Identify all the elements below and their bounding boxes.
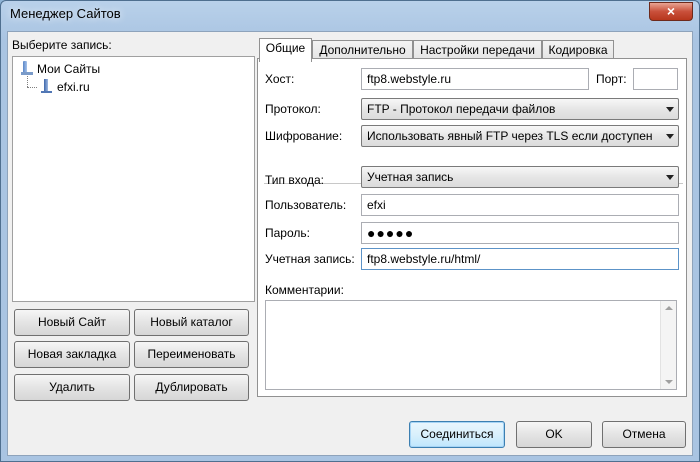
delete-button[interactable]: Удалить	[14, 374, 130, 401]
ok-button[interactable]: OK	[516, 421, 592, 448]
close-button[interactable]: ×	[649, 2, 693, 21]
folder-icon	[21, 61, 33, 75]
comments-label: Комментарии:	[265, 283, 344, 297]
connect-button[interactable]: Соединиться	[409, 421, 505, 448]
chevron-down-icon	[666, 107, 674, 112]
tree-connector	[27, 87, 37, 88]
password-label: Пароль:	[265, 226, 310, 240]
title-bar[interactable]: Менеджер Сайтов ×	[1, 1, 699, 29]
new-folder-button[interactable]: Новый каталог	[134, 309, 249, 336]
logon-type-value: Учетная запись	[367, 170, 454, 184]
rename-button[interactable]: Переименовать	[134, 341, 249, 368]
password-input[interactable]: ●●●●●	[361, 222, 679, 244]
chevron-down-icon	[666, 134, 674, 139]
site-icon	[41, 79, 53, 93]
tree-item-site[interactable]: efxi.ru	[41, 79, 90, 96]
duplicate-button[interactable]: Дублировать	[134, 374, 249, 401]
scroll-up-icon[interactable]	[665, 306, 673, 310]
scroll-down-icon[interactable]	[665, 380, 673, 384]
comments-scrollbar[interactable]	[660, 301, 676, 389]
account-label: Учетная запись:	[265, 252, 355, 266]
protocol-value: FTP - Протокол передачи файлов	[367, 102, 556, 116]
tree-item-label: efxi.ru	[57, 80, 90, 94]
port-input[interactable]	[633, 68, 678, 90]
user-label: Пользователь:	[265, 198, 347, 212]
logon-type-select[interactable]: Учетная запись	[361, 166, 679, 188]
new-site-button[interactable]: Новый Сайт	[14, 309, 130, 336]
site-tree[interactable]: Мои Сайты efxi.ru	[12, 56, 255, 302]
host-input[interactable]: ftp8.webstyle.ru	[361, 68, 589, 90]
chevron-down-icon	[666, 175, 674, 180]
tab-general[interactable]: Общие	[259, 38, 312, 62]
tree-item-label: Мои Сайты	[37, 62, 101, 76]
new-bookmark-button[interactable]: Новая закладка	[14, 341, 130, 368]
comments-textarea[interactable]	[265, 300, 677, 390]
protocol-select[interactable]: FTP - Протокол передачи файлов	[361, 98, 679, 120]
encryption-value: Использовать явный FTP через TLS если до…	[367, 129, 653, 143]
account-input[interactable]: ftp8.webstyle.ru/html/	[361, 248, 679, 270]
port-label: Порт:	[596, 72, 627, 86]
host-label: Хост:	[265, 72, 295, 86]
site-manager-window: Менеджер Сайтов × Выберите запись: Мои С…	[0, 0, 700, 462]
client-area: Выберите запись: Мои Сайты efxi.ru Новый…	[7, 31, 693, 456]
tree-item-my-sites[interactable]: Мои Сайты	[21, 61, 100, 78]
window-title: Менеджер Сайтов	[10, 6, 121, 21]
cancel-button[interactable]: Отмена	[602, 421, 686, 448]
logon-type-label: Тип входа:	[265, 173, 324, 187]
select-entry-label: Выберите запись:	[12, 38, 112, 52]
encryption-select[interactable]: Использовать явный FTP через TLS если до…	[361, 125, 679, 147]
protocol-label: Протокол:	[265, 102, 321, 116]
encryption-label: Шифрование:	[265, 129, 343, 143]
user-input[interactable]: efxi	[361, 194, 679, 216]
